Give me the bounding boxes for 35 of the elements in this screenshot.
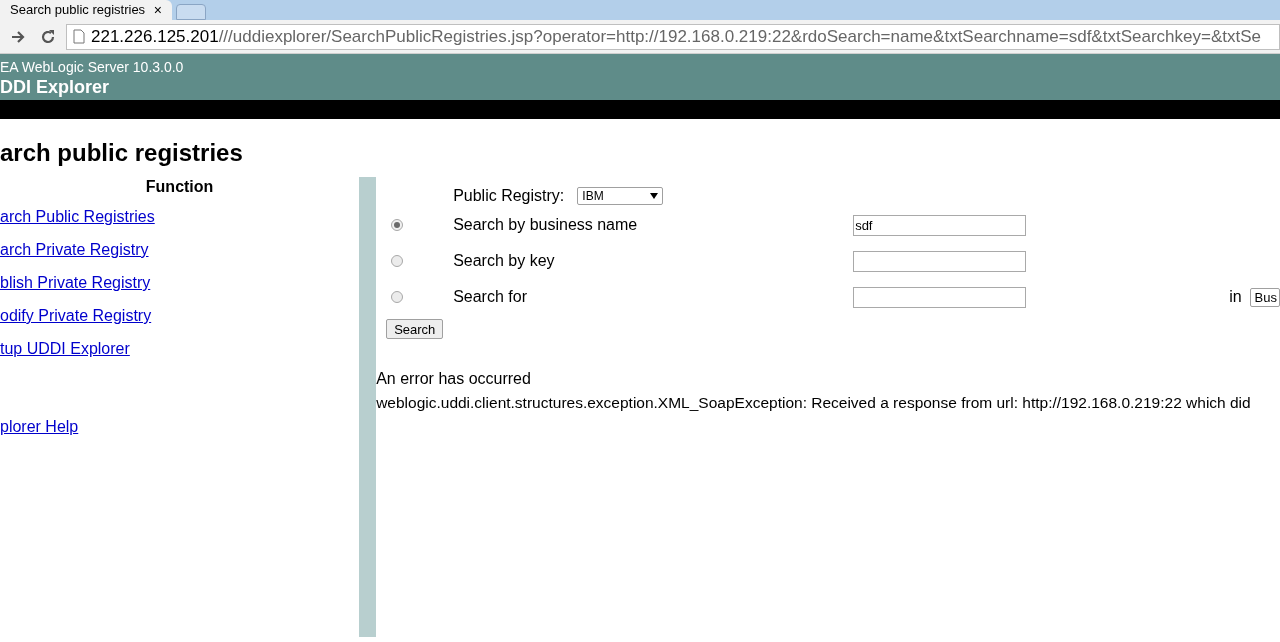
error-title: An error has occurred [376, 369, 532, 389]
radio-button[interactable] [391, 255, 404, 267]
error-message: weblogic.uddi.client.structures.exception.XML_SoapException: Received a response from url: http://192.168.0.219:22 which did [376, 393, 1252, 413]
option-label: Search by key [453, 251, 556, 271]
new-tab-button[interactable] [176, 4, 206, 20]
product-name: EA WebLogic Server 10.3.0.0 [0, 58, 185, 76]
page-icon [73, 29, 85, 44]
sidebar-heading: Function [144, 177, 215, 197]
input-field[interactable]: sdf [853, 214, 1027, 236]
sidebar-link[interactable]: arch Public Registries [0, 205, 155, 226]
url-text: 221.226.125.201///uddiexplorer/SearchPublicRegistries.jsp?operator=http://192.168.0.219:22&rdoSearch=name&txtSearchname=sdf&txtSearchkey=&txtSe [91, 25, 1261, 48]
sidebar-link[interactable]: tup UDDI Explorer [0, 337, 130, 358]
sidebar-link[interactable]: arch Private Registry [0, 238, 149, 259]
forward-icon[interactable] [10, 28, 26, 45]
input-field[interactable] [853, 286, 1027, 308]
browser-tab[interactable]: Search public registries × [0, 0, 172, 20]
registry-dropdown[interactable]: IBM [577, 187, 664, 205]
scope-dropdown[interactable]: Bus [1249, 287, 1280, 307]
radio-button[interactable] [391, 291, 404, 303]
option-label: Search by business name [453, 215, 639, 235]
search-button[interactable]: Search [386, 319, 444, 339]
field-label: in [1229, 287, 1242, 307]
close-icon[interactable]: × [153, 0, 162, 21]
radio-button[interactable] [391, 219, 404, 231]
input-field[interactable] [853, 250, 1027, 272]
sidebar-link[interactable]: plorer Help [0, 415, 79, 436]
reload-icon[interactable] [40, 28, 56, 45]
option-label: Search for [453, 287, 528, 307]
page-title: arch public registries [0, 139, 244, 167]
field-label: Public Registry: [453, 186, 565, 206]
app-title: DDI Explorer [0, 76, 111, 98]
sidebar-link[interactable]: blish Private Registry [0, 271, 151, 292]
sidebar-link[interactable]: odify Private Registry [0, 304, 152, 325]
address-bar[interactable]: 221.226.125.201///uddiexplorer/SearchPublicRegistries.jsp?operator=http://192.168.0.219:22&rdoSearch=name&txtSearchname=sdf&txtSearchkey=&txtSe [66, 23, 1280, 50]
dropdown-arrow-icon [650, 193, 659, 199]
